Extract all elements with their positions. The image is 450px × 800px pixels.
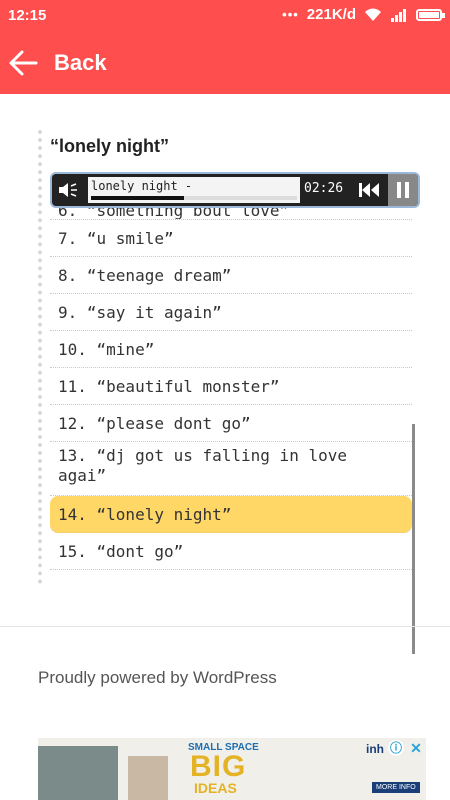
track-title: lonely night - (91, 179, 193, 193)
ad-more-info-button[interactable]: MORE INFO (372, 782, 420, 793)
playlist-item[interactable]: 9. “say it again” (50, 294, 412, 331)
ad-headline-sub: IDEAS (194, 780, 237, 796)
playlist-scrollbar[interactable] (412, 424, 415, 654)
playlist-item[interactable]: 11. “beautiful monster” (50, 368, 412, 405)
skip-back-icon (359, 183, 379, 197)
playlist: 6. “something bout love” 7. “u smile” 8.… (50, 208, 415, 654)
ad-info-icon[interactable]: ⓘ (388, 740, 404, 756)
playlist-item[interactable]: 13. “dj got us falling in love agai” (50, 442, 412, 496)
playlist-item[interactable]: 7. “u smile” (50, 220, 412, 257)
status-bar: 12:15 ••• 221K/d (0, 0, 450, 32)
wifi-icon (365, 8, 381, 21)
playlist-item-active[interactable]: 14. “lonely night” (50, 496, 412, 533)
notification-dots: ••• (282, 7, 299, 22)
back-arrow-icon[interactable] (8, 49, 38, 77)
song-content: “lonely night” 6. “something bout love” … (38, 130, 418, 654)
status-icons: ••• 221K/d (282, 6, 445, 23)
battery-icon (416, 8, 445, 21)
elapsed-time: 02:26 (304, 181, 344, 196)
playlist-item[interactable]: 12. “please dont go” (50, 405, 412, 442)
progress-bar[interactable] (91, 196, 297, 200)
progress-fill (91, 196, 184, 200)
track-progress[interactable]: lonely night - (88, 177, 300, 203)
signal-icon (391, 8, 406, 22)
footer-divider (0, 626, 450, 627)
previous-track-button[interactable] (352, 174, 386, 206)
network-speed: 221K/d (306, 6, 356, 23)
app-bar: Back (0, 32, 450, 94)
speaker-icon (59, 183, 77, 197)
playlist-item[interactable]: 15. “dont go” (50, 533, 412, 570)
ad-headline-big: BIG (190, 750, 247, 783)
ad-image-chair (128, 756, 168, 800)
pause-icon (397, 182, 409, 198)
footer-credit[interactable]: Proudly powered by WordPress (38, 668, 277, 688)
playlist-item[interactable]: 10. “mine” (50, 331, 412, 368)
ad-image-sofa (38, 746, 118, 800)
back-button[interactable]: Back (54, 50, 107, 76)
playlist-item[interactable]: 8. “teenage dream” (50, 257, 412, 294)
volume-button[interactable] (52, 174, 86, 206)
ad-advertiser-logo: inh (366, 742, 384, 756)
ad-close-icon[interactable]: ✕ (408, 740, 424, 756)
ad-banner[interactable]: SMALL SPACE BIG IDEAS inh MORE INFO ⓘ ✕ (38, 738, 426, 800)
playlist-item-partial[interactable]: 6. “something bout love” (50, 208, 412, 220)
audio-player: lonely night - 02:26 (52, 174, 418, 206)
status-time: 12:15 (8, 7, 47, 24)
song-title: “lonely night” (50, 136, 169, 156)
pause-button[interactable] (388, 174, 418, 206)
